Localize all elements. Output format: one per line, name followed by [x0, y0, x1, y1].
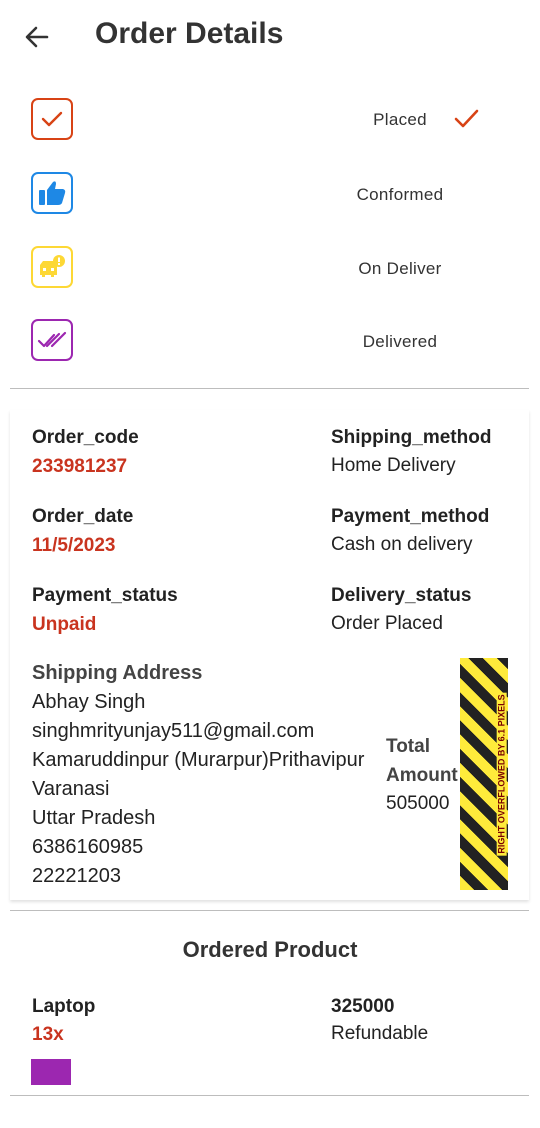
address-email: singhmrityunjay511@gmail.com [32, 720, 315, 742]
product-name: Laptop [32, 996, 96, 1017]
delivery-status-label: Delivery_status [331, 585, 472, 606]
delivery-status-value: Order Placed [331, 613, 443, 634]
ordered-product-title: Ordered Product [182, 937, 358, 962]
address-street: Kamaruddinpur (Murarpur)Prithavipur [32, 749, 365, 771]
payment-method-label: Payment_method [331, 506, 490, 527]
on-deliver-icon-box [31, 246, 73, 288]
order-code-label: Order_code [32, 427, 139, 448]
delivery-car-icon [40, 255, 65, 277]
shipping-method-label: Shipping_method [331, 427, 492, 448]
double-check-icon [37, 331, 67, 348]
overflow-warning-text: RIGHT OVERFLOWED BY 6.1 PIXELS [497, 692, 508, 856]
order-date-label: Order_date [32, 506, 134, 527]
step-label-conformed: Conformed [356, 185, 444, 204]
divider [10, 388, 529, 389]
completed-check-icon [454, 109, 479, 128]
overflow-warning: RIGHT OVERFLOWED BY 6.1 PIXELS [496, 658, 508, 890]
order-code-value: 233981237 [32, 456, 128, 477]
product-refund-status: Refundable [331, 1023, 429, 1044]
product-quantity: 13x [32, 1024, 64, 1045]
step-label-delivered: Delivered [362, 332, 438, 351]
divider [10, 910, 529, 911]
delivered-icon-box [31, 319, 73, 361]
address-city: Varanasi [32, 778, 110, 800]
conformed-icon-box [31, 172, 73, 214]
address-state: Uttar Pradesh [32, 807, 156, 829]
status-step-conformed: Conformed [0, 172, 540, 222]
step-label-on-deliver: On Deliver [358, 259, 442, 278]
page-title: Order Details [95, 17, 284, 50]
arrow-left-icon [25, 26, 49, 48]
total-amount-label-1: Total [386, 736, 430, 757]
total-amount-value: 505000 [386, 793, 450, 814]
address-phone: 6386160985 [32, 836, 144, 858]
app-bar: Order Details [0, 0, 540, 76]
shipping-method-value: Home Delivery [331, 455, 456, 476]
payment-method-value: Cash on delivery [331, 534, 473, 555]
back-button[interactable] [22, 22, 52, 52]
payment-status-label: Payment_status [32, 585, 178, 606]
order-date-value: 11/5/2023 [32, 535, 116, 556]
shipping-address-title: Shipping Address [32, 662, 203, 684]
total-amount-label-2: Amount [386, 765, 458, 786]
status-step-on-deliver: On Deliver [0, 246, 540, 296]
product-price: 325000 [331, 996, 395, 1017]
placed-icon-box [31, 98, 73, 140]
address-pincode: 22221203 [32, 865, 121, 887]
divider [10, 1095, 529, 1096]
product-color-swatch [31, 1059, 71, 1085]
address-name: Abhay Singh [32, 691, 146, 713]
check-icon [41, 111, 63, 127]
status-step-delivered: Delivered [0, 319, 540, 369]
thumb-up-icon [39, 181, 66, 205]
status-step-placed: Placed [0, 98, 540, 148]
payment-status-value: Unpaid [32, 614, 97, 635]
